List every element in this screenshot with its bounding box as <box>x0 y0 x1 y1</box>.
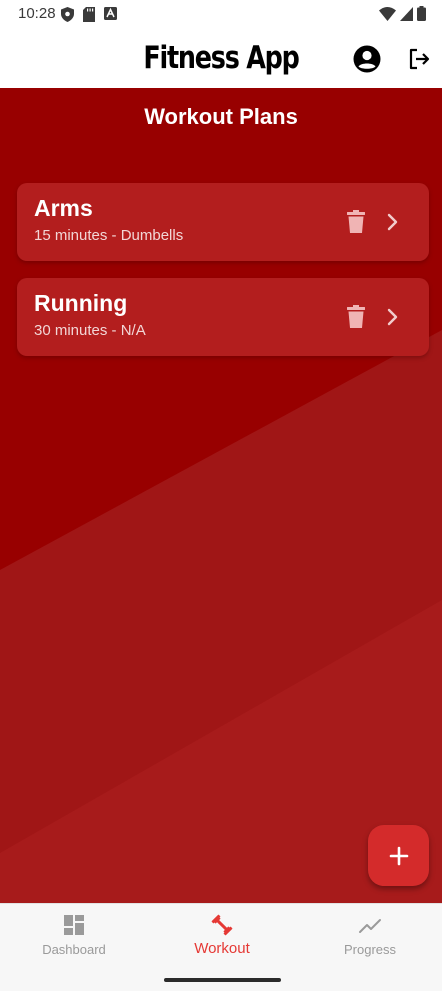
delete-icon[interactable] <box>345 210 367 234</box>
shield-icon <box>61 7 74 22</box>
chevron-right-icon[interactable] <box>383 305 403 329</box>
trending-line-icon <box>359 919 381 933</box>
sd-card-icon <box>83 7 95 22</box>
dashboard-icon <box>64 915 84 935</box>
chevron-right-icon[interactable] <box>383 210 403 234</box>
nav-item-progress[interactable]: Progress <box>296 904 442 974</box>
workout-plans-screen: Workout Plans Arms 15 minutes - Dumbells… <box>0 88 442 903</box>
logout-icon <box>409 48 430 70</box>
home-indicator[interactable] <box>164 978 281 982</box>
keyboard-icon <box>104 7 117 20</box>
dumbbell-icon <box>211 914 233 936</box>
plan-details: 30 minutes - N/A <box>34 322 146 339</box>
nav-label: Progress <box>343 942 397 957</box>
battery-icon <box>417 6 426 21</box>
plus-icon <box>389 846 408 865</box>
account-button[interactable] <box>352 44 382 74</box>
plan-name: Arms <box>34 195 93 221</box>
status-time: 10:28 <box>18 5 56 22</box>
status-bar: 10:28 <box>0 0 442 30</box>
status-system-icons <box>379 6 426 21</box>
delete-icon[interactable] <box>345 305 367 329</box>
bottom-navigation: Dashboard Workout Progress <box>0 903 442 991</box>
section-title: Workout Plans <box>144 104 298 129</box>
plan-name: Running <box>34 290 128 316</box>
add-workout-button[interactable] <box>368 825 429 886</box>
app-title: Fitness App <box>143 40 299 76</box>
logout-button[interactable] <box>404 44 434 74</box>
nav-item-dashboard[interactable]: Dashboard <box>0 904 148 974</box>
cellular-signal-icon <box>400 6 413 21</box>
wifi-icon <box>379 6 396 21</box>
workout-plan-card[interactable]: Arms 15 minutes - Dumbells <box>17 183 429 261</box>
nav-label: Workout <box>194 940 250 957</box>
app-bar: Fitness App <box>0 30 442 88</box>
account-icon <box>353 45 381 73</box>
nav-item-workout[interactable]: Workout <box>148 904 296 974</box>
plan-details: 15 minutes - Dumbells <box>34 227 184 244</box>
status-notification-icons <box>61 7 117 22</box>
nav-label: Dashboard <box>42 942 106 957</box>
workout-plan-card[interactable]: Running 30 minutes - N/A <box>17 278 429 356</box>
